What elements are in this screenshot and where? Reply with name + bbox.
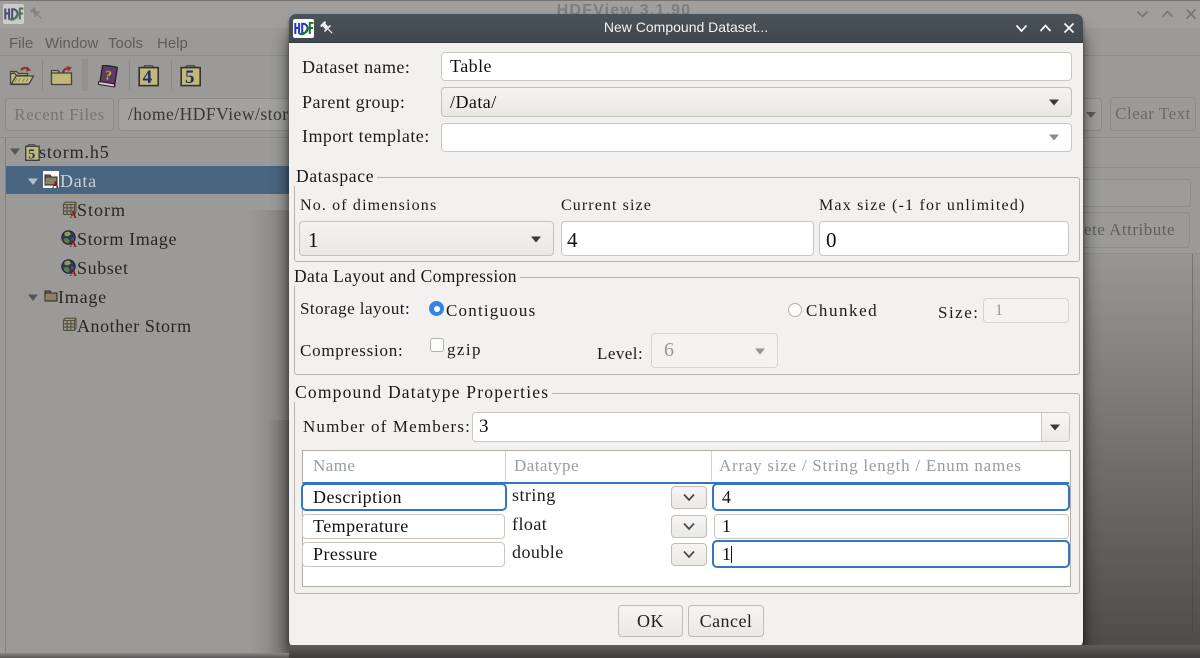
svg-text:A: A <box>70 211 77 218</box>
svg-text:5: 5 <box>185 67 195 87</box>
svg-text:A: A <box>70 269 77 276</box>
svg-text:4: 4 <box>143 67 153 87</box>
svg-text:5: 5 <box>28 148 35 161</box>
svg-text:A: A <box>70 240 77 247</box>
svg-text:A: A <box>52 181 59 188</box>
